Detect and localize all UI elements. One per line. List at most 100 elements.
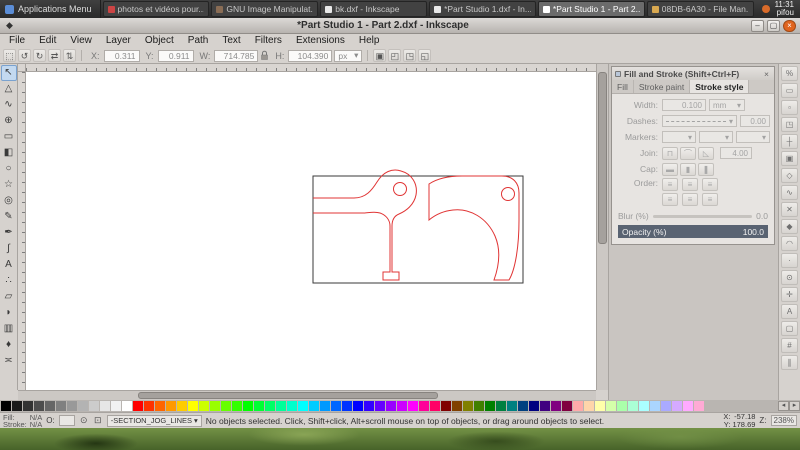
vertical-scrollbar[interactable] [596,64,608,390]
palette-swatch[interactable] [298,401,308,411]
paint-order-5-button[interactable]: ≡ [682,193,698,206]
layer-select[interactable]: -SECTION_JOG_LINES ▾ [107,415,202,427]
tool-pencil[interactable]: ✎ [1,209,17,225]
palette-swatch[interactable] [210,401,220,411]
palette-swatch[interactable] [309,401,319,411]
tool-gradient[interactable]: ▥ [1,321,17,337]
window-titlebar[interactable]: ◆ *Part Studio 1 - Part 2.dxf - Inkscape… [0,18,800,34]
palette-swatch[interactable] [155,401,165,411]
palette-swatch[interactable] [320,401,330,411]
paint-order-3-button[interactable]: ≡ [702,178,718,191]
transform-gradient-toggle[interactable]: ◳ [403,49,416,62]
palette-swatch[interactable] [276,401,286,411]
menu-item[interactable]: Object [138,34,181,48]
palette-swatch[interactable] [661,401,671,411]
tool-3dbox[interactable]: ◧ [1,145,17,161]
fill-stroke-tab[interactable]: Stroke style [690,80,749,93]
palette-swatch[interactable] [67,401,77,411]
palette-swatch[interactable] [694,401,704,411]
palette-swatch[interactable] [672,401,682,411]
snap-page-border-toggle[interactable]: ▢ [781,321,798,336]
notification-icon[interactable] [762,5,770,13]
tool-eraser[interactable]: ▱ [1,289,17,305]
tool-calligraphy[interactable]: ∫ [1,241,17,257]
palette-swatch[interactable] [474,401,484,411]
palette-swatch[interactable] [1,401,11,411]
snap-rotation-centers-toggle[interactable]: ✛ [781,287,798,302]
palette-swatch[interactable] [111,401,121,411]
marker-mid-select[interactable]: ▾ [699,131,733,143]
tool-text[interactable]: A [1,257,17,273]
palette-swatch[interactable] [441,401,451,411]
palette-swatch[interactable] [23,401,33,411]
dash-pattern-select[interactable]: ▾ [662,115,737,127]
tool-spray[interactable]: ∴ [1,273,17,289]
tool-node-editor[interactable]: △ [1,81,17,97]
palette-swatch[interactable] [287,401,297,411]
fill-and-stroke-titlebar[interactable]: Fill and Stroke (Shift+Ctrl+F) × [612,67,774,80]
palette-swatch[interactable] [430,401,440,411]
palette-swatch[interactable] [628,401,638,411]
paint-order-1-button[interactable]: ≡ [662,178,678,191]
palette-swatch[interactable] [265,401,275,411]
tool-selector[interactable]: ↖ [1,65,17,81]
menu-item[interactable]: Extensions [289,34,352,48]
snap-paths-toggle[interactable]: ∿ [781,185,798,200]
layer-lock-icon[interactable]: ⊡ [93,415,103,426]
transform-corners-toggle[interactable]: ◰ [388,49,401,62]
task-part-studio-1[interactable]: *Part Studio 1.dxf - In... [429,1,536,17]
palette-swatch[interactable] [34,401,44,411]
menu-item[interactable]: File [2,34,32,48]
tool-connector[interactable]: ≍ [1,353,17,369]
cap-round-button[interactable]: ▮ [680,163,696,176]
select-all-button[interactable]: ⬚ [3,49,16,62]
marker-start-select[interactable]: ▾ [662,131,696,143]
join-round-button[interactable]: ⌒ [680,147,696,160]
fill-stroke-indicator[interactable]: Fill: N/A Stroke: N/A [3,414,42,428]
applications-menu-button[interactable]: Applications Menu [0,0,101,18]
y-input[interactable]: 0.911 [158,50,194,62]
palette-swatch[interactable] [199,401,209,411]
palette-swatch[interactable] [507,401,517,411]
tool-tweak[interactable]: ∿ [1,97,17,113]
palette-swatch[interactable] [12,401,22,411]
height-input[interactable]: 104.390 [288,50,332,62]
hole-circle[interactable] [502,188,515,201]
task-gimp[interactable]: GNU Image Manipulat... [211,1,318,17]
palette-swatch[interactable] [573,401,583,411]
palette-swatch[interactable] [540,401,550,411]
menu-item[interactable]: Text [215,34,247,48]
palette-swatch[interactable] [375,401,385,411]
canvas[interactable] [26,72,596,390]
hole-circle[interactable] [394,183,407,196]
palette-swatch[interactable] [463,401,473,411]
tool-spiral[interactable]: ◎ [1,193,17,209]
minimize-button[interactable]: – [751,20,764,32]
palette-swatch[interactable] [177,401,187,411]
paint-order-4-button[interactable]: ≡ [662,193,678,206]
paint-order-6-button[interactable]: ≡ [702,193,718,206]
snap-guides-toggle[interactable]: ∥ [781,355,798,370]
horizontal-scrollbar-thumb[interactable] [138,392,438,399]
tool-ellipse[interactable]: ○ [1,161,17,177]
palette-swatch[interactable] [342,401,352,411]
palette-swatch[interactable] [562,401,572,411]
palette-swatch[interactable] [221,401,231,411]
snap-grids-toggle[interactable]: # [781,338,798,353]
marker-end-select[interactable]: ▾ [736,131,770,143]
palette-swatch[interactable] [595,401,605,411]
tool-zoom[interactable]: ⊕ [1,113,17,129]
rotate-ccw-button[interactable]: ↺ [18,49,31,62]
palette-swatch[interactable] [353,401,363,411]
join-bevel-button[interactable]: ◺ [698,147,714,160]
paint-order-2-button[interactable]: ≡ [682,178,698,191]
menu-item[interactable]: Help [352,34,387,48]
palette-swatch[interactable] [419,401,429,411]
palette-swatch[interactable] [639,401,649,411]
stroke-width-unit-select[interactable]: mm▾ [709,99,745,111]
flip-horizontal-button[interactable]: ⇄ [48,49,61,62]
palette-swatch[interactable] [166,401,176,411]
palette-swatch[interactable] [496,401,506,411]
layer-visibility-icon[interactable]: ⊙ [79,415,89,426]
menu-item[interactable]: Edit [32,34,63,48]
